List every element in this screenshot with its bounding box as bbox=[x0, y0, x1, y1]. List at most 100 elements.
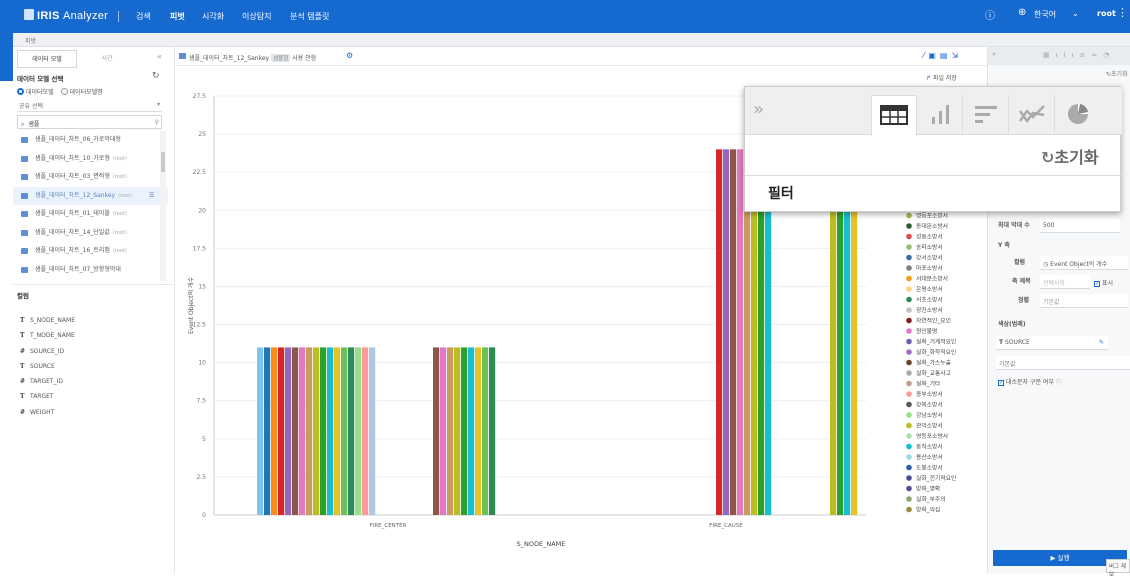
legend-item[interactable]: 강남소방서 bbox=[916, 411, 943, 419]
model-list-item[interactable]: 샘플_데이터_차트_16_트리맵 (root) bbox=[13, 242, 168, 261]
model-action-icon[interactable]: ☰ bbox=[149, 187, 154, 206]
legend-item[interactable]: 동대문소방서 bbox=[916, 222, 948, 230]
table-tab[interactable] bbox=[871, 95, 917, 136]
legend-item[interactable]: 실화_기타 bbox=[916, 380, 941, 388]
bar[interactable] bbox=[306, 347, 313, 515]
case-sensitive-checkbox[interactable]: ✓ 대소문자 구분 여부 ⓘ bbox=[998, 377, 1062, 386]
column-item[interactable]: T T_NODE_NAME bbox=[20, 328, 75, 343]
menu-anomaly[interactable]: 이상탐지 bbox=[242, 11, 271, 22]
bar[interactable] bbox=[271, 347, 278, 515]
legend-item[interactable]: 동작소방서 bbox=[916, 443, 943, 451]
tab-time[interactable]: 시간 bbox=[77, 50, 137, 68]
menu-visualize[interactable]: 시각화 bbox=[202, 11, 224, 22]
chevron-down-icon[interactable]: ⌄ bbox=[1072, 9, 1079, 18]
globe-icon[interactable]: ⊕ bbox=[1018, 7, 1026, 18]
model-list-item[interactable]: 샘플_데이터_차트_10_가로형 (root) bbox=[13, 150, 168, 169]
search-options-icon[interactable]: ⚲ bbox=[155, 119, 159, 126]
radio-model-on[interactable] bbox=[17, 88, 24, 95]
bar[interactable] bbox=[475, 347, 482, 515]
bar[interactable] bbox=[489, 347, 496, 515]
column-item[interactable]: T SOURCE bbox=[20, 359, 75, 374]
share-icon[interactable]: ⇲ bbox=[951, 51, 962, 60]
legend-item[interactable]: 송파소방서 bbox=[916, 243, 943, 251]
show-checkbox[interactable]: ✓ 표시 bbox=[1094, 278, 1113, 287]
save-icon[interactable]: ▣ bbox=[928, 51, 940, 60]
legend-item[interactable]: 강서소방서 bbox=[916, 254, 943, 262]
pie-chart-tab[interactable] bbox=[1055, 95, 1101, 135]
model-search-input[interactable]: ⌕ 샘플 ⚲ bbox=[17, 115, 162, 129]
y-column-select[interactable]: ◷ Event Object의 개수 bbox=[1040, 256, 1128, 270]
legend-item[interactable]: 마포소방서 bbox=[916, 264, 943, 272]
max-bars-input[interactable]: 500 bbox=[1040, 219, 1120, 233]
bar[interactable] bbox=[737, 149, 744, 515]
column-item[interactable]: T S_NODE_NAME bbox=[20, 313, 75, 328]
source-field[interactable]: T SOURCE ✎ bbox=[996, 336, 1108, 350]
scope-select[interactable]: 공유 선택 ▾ bbox=[17, 98, 162, 112]
legend-item[interactable]: 서초소방서 bbox=[916, 296, 943, 304]
legend-item[interactable]: 방화_명확 bbox=[916, 485, 941, 493]
legend-item[interactable]: 용산소방서 bbox=[916, 453, 943, 461]
save-file-button[interactable]: ↱ 파일 저장 bbox=[926, 73, 957, 82]
bar[interactable] bbox=[369, 347, 376, 515]
apps-grid-icon[interactable]: ⋮⋮ bbox=[1117, 6, 1130, 19]
legend-item[interactable]: 실화_교통사고 bbox=[916, 369, 952, 377]
legend-item[interactable]: 은평소방서 bbox=[916, 285, 943, 293]
language-select[interactable]: 한국어 bbox=[1034, 9, 1056, 20]
bar[interactable] bbox=[257, 347, 264, 515]
legend-item[interactable]: 방화_의심 bbox=[916, 506, 940, 514]
bar[interactable] bbox=[433, 347, 440, 515]
bar[interactable] bbox=[454, 347, 461, 515]
legend-item[interactable]: 관악소방서 bbox=[916, 422, 943, 430]
legend-item[interactable]: 실화_가스누출 bbox=[916, 359, 952, 367]
bar[interactable] bbox=[292, 347, 299, 515]
default-select[interactable]: 기본값 bbox=[996, 356, 1130, 370]
bar[interactable] bbox=[461, 347, 468, 515]
reset-button[interactable]: ↻초기화 bbox=[1041, 144, 1099, 168]
collapse-panel-icon[interactable]: « bbox=[157, 52, 162, 61]
reset-button-small[interactable]: ↻초기화 bbox=[1106, 69, 1128, 78]
hbar-chart-tab[interactable] bbox=[963, 95, 1009, 135]
bar[interactable] bbox=[362, 347, 369, 515]
bar[interactable] bbox=[447, 347, 454, 515]
bar[interactable] bbox=[334, 347, 341, 515]
axis-title-input[interactable]: 선택사항 bbox=[1040, 275, 1090, 289]
pie-icon[interactable]: ◔ bbox=[1103, 51, 1115, 59]
legend-item[interactable]: 도봉소방서 bbox=[916, 464, 943, 472]
edit-icon[interactable]: ✎ bbox=[1099, 339, 1104, 346]
legend-item[interactable]: 광진소방서 bbox=[916, 306, 943, 314]
bar[interactable] bbox=[348, 347, 355, 515]
column-item[interactable]: # SOURCE_ID bbox=[20, 344, 75, 359]
export-icon[interactable]: ▤ bbox=[940, 51, 952, 60]
model-list-item[interactable]: 샘플_데이터_차트_14_단일값 (root) bbox=[13, 224, 168, 243]
menu-pivot[interactable]: 피벗 bbox=[170, 11, 185, 22]
expand-icon[interactable]: » bbox=[753, 99, 764, 120]
legend-item[interactable]: 강북소방서 bbox=[916, 401, 943, 409]
app-logo[interactable]: IRIS Analyzer bbox=[24, 9, 108, 22]
column-item[interactable]: # WEIGHT bbox=[20, 405, 75, 420]
column-item[interactable]: # TARGET_ID bbox=[20, 374, 75, 389]
bug-report-button[interactable]: 버그 제보 bbox=[1106, 559, 1130, 578]
bar[interactable] bbox=[355, 347, 362, 515]
menu-search[interactable]: 검색 bbox=[136, 11, 151, 22]
legend-item[interactable]: 서대문소방서 bbox=[916, 275, 948, 283]
tab-data-model[interactable]: 데이터 모델 bbox=[17, 50, 77, 68]
legend-item[interactable]: 영등포소방서 bbox=[916, 432, 948, 440]
bar[interactable] bbox=[730, 149, 737, 515]
bar[interactable] bbox=[320, 347, 327, 515]
column-item[interactable]: T TARGET bbox=[20, 389, 75, 404]
bar[interactable] bbox=[716, 149, 723, 515]
bar[interactable] bbox=[468, 347, 475, 515]
model-list-item[interactable]: 샘플_데이터_차트_03_면적형 (root) bbox=[13, 168, 168, 187]
sort-select[interactable]: 기본값 bbox=[1040, 294, 1128, 308]
bar[interactable] bbox=[440, 347, 447, 515]
help-icon[interactable]: ⓘ bbox=[985, 7, 995, 22]
bar[interactable] bbox=[285, 347, 292, 515]
model-list-item[interactable]: 샘플_데이터_차트_12_Sankey (root) ☰ bbox=[13, 186, 168, 206]
radio-group-off[interactable] bbox=[60, 88, 68, 95]
bar[interactable] bbox=[341, 347, 348, 515]
legend-item[interactable]: 자연적인_요인 bbox=[916, 317, 951, 325]
legend-item[interactable]: 영등포소방서 bbox=[916, 212, 948, 220]
line-icon[interactable]: ≈ bbox=[1091, 51, 1103, 59]
legend-item[interactable]: 실화_전기적요인 bbox=[916, 474, 956, 482]
bar[interactable] bbox=[299, 347, 306, 515]
